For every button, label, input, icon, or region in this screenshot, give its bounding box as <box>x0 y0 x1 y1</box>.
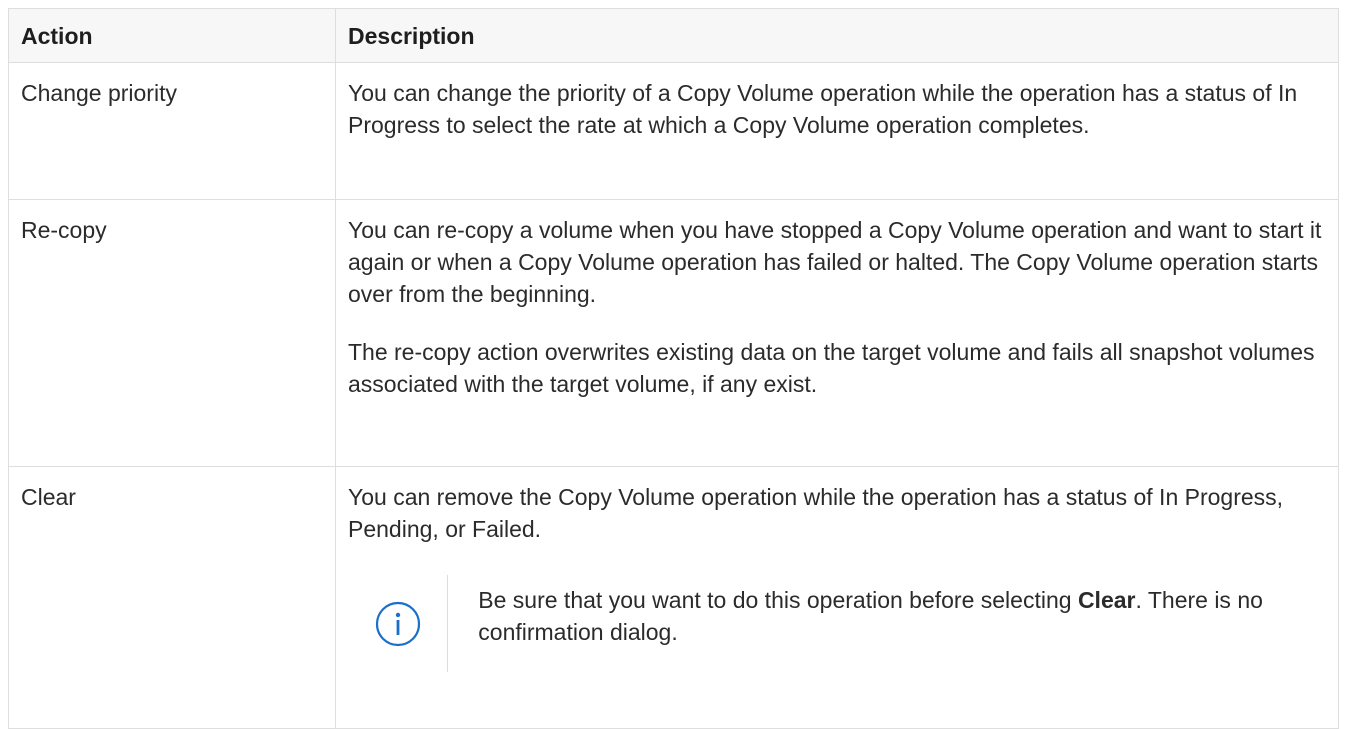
table-row: Clear You can remove the Copy Volume ope… <box>8 466 1339 729</box>
info-icon <box>375 601 420 646</box>
table-header-row: Action Description <box>8 8 1339 63</box>
action-cell-clear: Clear <box>8 466 336 729</box>
description-paragraph: The re-copy action overwrites existing d… <box>348 339 1315 397</box>
description-paragraph: You can re-copy a volume when you have s… <box>348 217 1322 307</box>
action-cell-re-copy: Re-copy <box>8 199 336 467</box>
note-admonition: Be sure that you want to do this operati… <box>348 575 1326 672</box>
actions-table: Action Description Change priority You c… <box>8 8 1339 729</box>
description-cell-re-copy: You can re-copy a volume when you have s… <box>335 199 1339 467</box>
description-paragraph: You can remove the Copy Volume operation… <box>348 484 1284 542</box>
note-text-bold: Clear <box>1077 587 1136 613</box>
header-description: Description <box>335 8 1339 63</box>
description-cell-change-priority: You can change the priority of a Copy Vo… <box>335 62 1339 200</box>
description-cell-clear: You can remove the Copy Volume operation… <box>335 466 1339 729</box>
note-text: Be sure that you want to do this operati… <box>448 575 1326 672</box>
description-paragraph: You can change the priority of a Copy Vo… <box>348 80 1298 138</box>
table-row: Change priority You can change the prior… <box>8 62 1339 200</box>
action-cell-change-priority: Change priority <box>8 62 336 200</box>
note-text-before: Be sure that you want to do this operati… <box>478 587 1078 613</box>
note-icon-container <box>348 575 449 672</box>
table-row: Re-copy You can re-copy a volume when yo… <box>8 199 1339 467</box>
header-action: Action <box>8 8 336 63</box>
